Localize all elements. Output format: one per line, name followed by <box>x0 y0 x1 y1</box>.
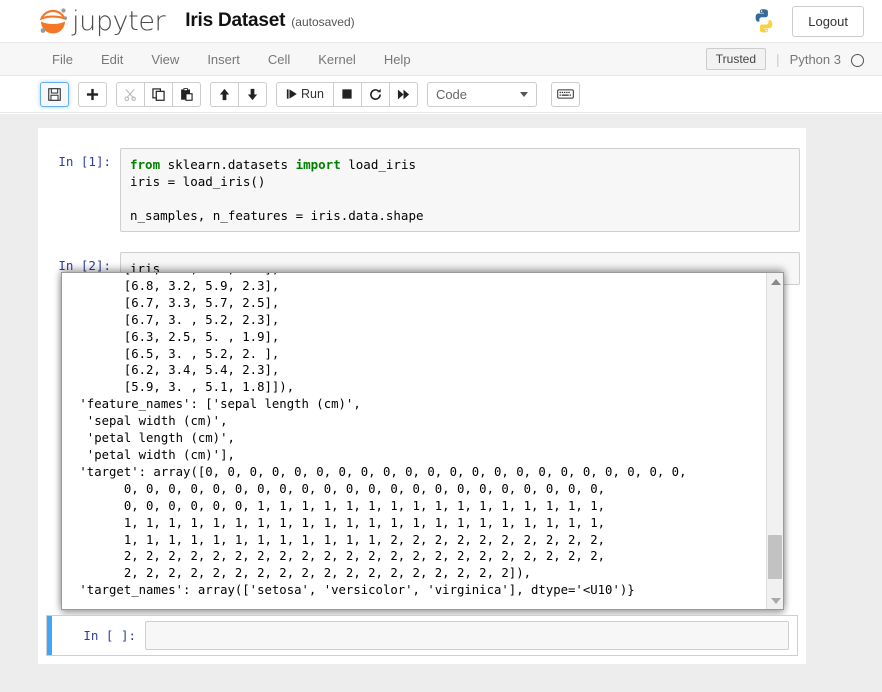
toolbar-group-edit <box>116 81 201 107</box>
empty-cell-prompt: In [ ]: <box>83 628 136 643</box>
cell-1-text-a: sklearn.datasets <box>160 157 296 172</box>
move-cell-up-button[interactable] <box>210 81 239 107</box>
selected-cell-indicator <box>47 616 52 655</box>
trusted-badge[interactable]: Trusted <box>705 48 767 70</box>
command-palette-button[interactable] <box>550 81 580 107</box>
interrupt-kernel-button[interactable] <box>332 81 362 107</box>
brand-name: jupyter <box>72 5 166 37</box>
autosave-status: (autosaved) <box>291 15 355 29</box>
menu-item-help[interactable]: Help <box>370 46 425 73</box>
triangle-up-glyph <box>770 278 781 285</box>
move-cell-down-button[interactable] <box>238 81 267 107</box>
toolbar-group-palette <box>550 81 580 107</box>
menubar-right-group: Trusted | Python 3 <box>705 48 882 70</box>
empty-cell-editor[interactable] <box>145 621 789 650</box>
cell-2-output-panel[interactable]: [6.5, 2.7, 5.1, 1.9], [6.8, 3.2, 5.9, 2.… <box>61 272 784 610</box>
chevron-down-icon <box>519 91 528 97</box>
menu-item-view[interactable]: View <box>137 46 193 73</box>
insert-cell-below-button[interactable] <box>78 81 107 107</box>
run-cell-button[interactable]: Run <box>276 81 334 107</box>
restart-and-run-all-button[interactable] <box>388 81 418 107</box>
menu-item-kernel[interactable]: Kernel <box>304 46 370 73</box>
scroll-up-arrow-icon[interactable] <box>767 273 783 290</box>
kernel-separator: | <box>776 51 780 67</box>
kernel-idle-circle-icon[interactable] <box>851 53 864 67</box>
toolbar-group-move <box>210 81 267 107</box>
logout-button[interactable]: Logout <box>792 5 864 37</box>
save-button[interactable] <box>40 81 69 107</box>
paste-cells-button[interactable] <box>172 81 201 107</box>
cell-1-line-2: iris = load_iris() <box>130 174 266 189</box>
toolbar-group-run: Run <box>276 81 418 107</box>
menu-item-edit[interactable]: Edit <box>87 46 137 73</box>
notebook-title[interactable]: Iris Dataset <box>185 10 285 32</box>
keyword-import: import <box>295 157 341 172</box>
cell-type-value: Code <box>435 86 468 102</box>
cut-cells-button[interactable] <box>116 81 145 107</box>
cell-2-prompt: In [2]: <box>58 258 111 273</box>
code-cell-1[interactable]: In [1]: from sklearn.datasets import loa… <box>38 142 806 238</box>
python-logo-icon <box>750 7 778 35</box>
cell-1-text-b: load_iris <box>340 157 416 172</box>
toolbar-group-insert <box>78 81 107 107</box>
triangle-down-glyph <box>770 597 781 604</box>
cell-2-output-text: [6.5, 2.7, 5.1, 1.9], [6.8, 3.2, 5.9, 2.… <box>79 273 687 598</box>
scroll-down-arrow-icon[interactable] <box>767 592 783 609</box>
menu-item-insert[interactable]: Insert <box>193 46 254 73</box>
notebook-header: jupyter Iris Dataset (autosaved) Logout <box>0 0 882 43</box>
cell-1-prompt: In [1]: <box>58 154 111 169</box>
output-scrollbar[interactable] <box>766 273 783 609</box>
cell-1-editor[interactable]: from sklearn.datasets import load_iris i… <box>120 148 800 232</box>
keyword-from: from <box>130 157 161 172</box>
header-right-group: Logout <box>750 5 864 37</box>
menu-item-cell[interactable]: Cell <box>254 46 304 73</box>
menu-item-file[interactable]: File <box>38 46 87 73</box>
run-button-label: Run <box>301 87 324 101</box>
jupyter-logo-icon[interactable] <box>36 4 70 38</box>
cell-type-select[interactable]: Code <box>426 81 537 107</box>
scrollbar-thumb[interactable] <box>768 535 782 579</box>
cell-1-line-4: n_samples, n_features = iris.data.shape <box>130 208 424 223</box>
menu-bar: File Edit View Insert Cell Kernel Help T… <box>0 43 882 76</box>
kernel-name-label: Python 3 <box>789 51 841 67</box>
code-cell-empty-selected[interactable]: In [ ]: <box>46 615 798 656</box>
toolbar-group-save <box>40 81 69 107</box>
restart-kernel-button[interactable] <box>360 81 390 107</box>
notebook-toolbar: Run Code <box>0 76 882 113</box>
copy-cells-button[interactable] <box>144 81 173 107</box>
